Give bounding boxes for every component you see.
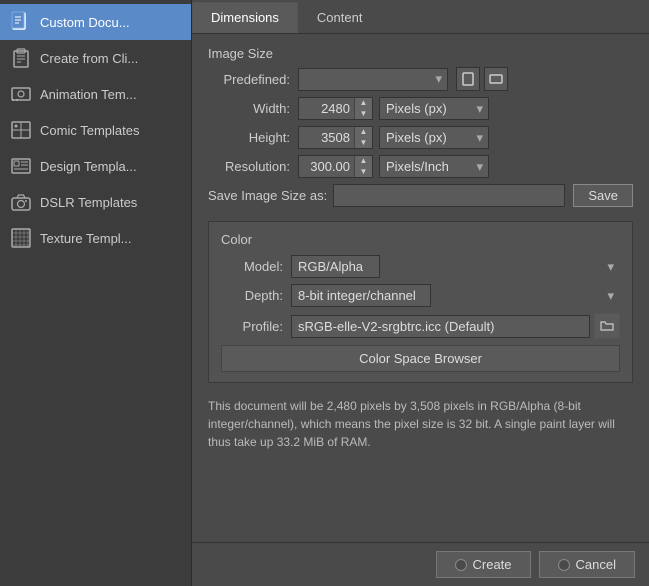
resolution-increment-btn[interactable]: ▲ [354, 156, 372, 167]
model-label: Model: [221, 259, 291, 274]
height-label: Height: [208, 130, 298, 145]
create-radio-indicator [455, 559, 467, 571]
texture-icon [10, 227, 32, 249]
width-unit-wrapper: Pixels (px) Millimeters (mm) Centimeters… [379, 97, 489, 120]
color-section: Color Model: RGB/Alpha CMYK/Alpha Graysc… [208, 221, 633, 383]
tabs: Dimensions Content [192, 0, 649, 34]
width-row: Width: ▲ ▼ Pixels (px) Millimeters (mm) … [208, 97, 633, 120]
sidebar: Custom Docu... Create from Cli... Animat… [0, 0, 192, 586]
cancel-button[interactable]: Cancel [539, 551, 635, 578]
sidebar-item-label-custom-doc: Custom Docu... [40, 15, 130, 30]
sidebar-item-comic-templates[interactable]: Comic Templates [0, 112, 191, 148]
height-decrement-btn[interactable]: ▼ [354, 138, 372, 149]
portrait-orientation-btn[interactable] [456, 67, 480, 91]
width-label: Width: [208, 101, 298, 116]
image-size-section: Image Size Predefined: [208, 46, 633, 211]
tab-dimensions[interactable]: Dimensions [192, 2, 298, 33]
depth-row: Depth: 8-bit integer/channel 16-bit inte… [221, 284, 620, 307]
document-icon [10, 11, 32, 33]
height-spinners: ▲ ▼ [354, 127, 372, 148]
save-button[interactable]: Save [573, 184, 633, 207]
create-button[interactable]: Create [436, 551, 531, 578]
color-section-title: Color [221, 232, 620, 247]
save-image-size-input[interactable] [333, 184, 565, 207]
depth-select-wrapper: 8-bit integer/channel 16-bit integer/cha… [291, 284, 620, 307]
clipboard-icon [10, 47, 32, 69]
width-increment-btn[interactable]: ▲ [354, 98, 372, 109]
save-image-size-row: Save Image Size as: Save [208, 184, 633, 207]
image-size-title: Image Size [208, 46, 633, 61]
height-unit-wrapper: Pixels (px) Millimeters (mm) Centimeters… [379, 126, 489, 149]
resolution-decrement-btn[interactable]: ▼ [354, 167, 372, 178]
height-increment-btn[interactable]: ▲ [354, 127, 372, 138]
resolution-unit-wrapper: Pixels/Inch Pixels/cm [379, 155, 489, 178]
model-select-wrapper: RGB/Alpha CMYK/Alpha Grayscale [291, 255, 620, 278]
resolution-label: Resolution: [208, 159, 298, 174]
sidebar-item-label-animation-tem: Animation Tem... [40, 87, 137, 102]
resolution-row: Resolution: ▲ ▼ Pixels/Inch Pixels/cm [208, 155, 633, 178]
sidebar-item-custom-doc[interactable]: Custom Docu... [0, 4, 191, 40]
sidebar-item-label-dslr-templates: DSLR Templates [40, 195, 137, 210]
depth-label: Depth: [221, 288, 291, 303]
height-row: Height: ▲ ▼ Pixels (px) Millimeters (mm)… [208, 126, 633, 149]
height-input-wrapper: ▲ ▼ [298, 126, 373, 149]
height-unit-select[interactable]: Pixels (px) Millimeters (mm) Centimeters… [379, 126, 489, 149]
sidebar-item-label-texture-templ: Texture Templ... [40, 231, 132, 246]
resolution-input-wrapper: ▲ ▼ [298, 155, 373, 178]
cancel-label: Cancel [576, 557, 616, 572]
camera-icon [10, 191, 32, 213]
predefined-row: Predefined: [208, 67, 633, 91]
depth-select[interactable]: 8-bit integer/channel 16-bit integer/cha… [291, 284, 431, 307]
sidebar-item-texture-templ[interactable]: Texture Templ... [0, 220, 191, 256]
width-unit-select[interactable]: Pixels (px) Millimeters (mm) Centimeters… [379, 97, 489, 120]
create-label: Create [473, 557, 512, 572]
resolution-spinners: ▲ ▼ [354, 156, 372, 177]
profile-input[interactable] [291, 315, 590, 338]
sidebar-item-design-templa[interactable]: Design Templa... [0, 148, 191, 184]
resolution-unit-select[interactable]: Pixels/Inch Pixels/cm [379, 155, 489, 178]
sidebar-item-label-create-from-cli: Create from Cli... [40, 51, 138, 66]
save-image-size-label: Save Image Size as: [208, 188, 327, 203]
model-row: Model: RGB/Alpha CMYK/Alpha Grayscale [221, 255, 620, 278]
profile-label: Profile: [221, 319, 291, 334]
sidebar-item-label-design-templa: Design Templa... [40, 159, 137, 174]
sidebar-item-create-from-cli[interactable]: Create from Cli... [0, 40, 191, 76]
cancel-radio-indicator [558, 559, 570, 571]
profile-row: Profile: [221, 313, 620, 339]
design-icon [10, 155, 32, 177]
sidebar-item-animation-tem[interactable]: Animation Tem... [0, 76, 191, 112]
width-input-wrapper: ▲ ▼ [298, 97, 373, 120]
width-decrement-btn[interactable]: ▼ [354, 109, 372, 120]
color-space-browser-button[interactable]: Color Space Browser [221, 345, 620, 372]
comic-icon [10, 119, 32, 141]
model-select[interactable]: RGB/Alpha CMYK/Alpha Grayscale [291, 255, 380, 278]
width-spinners: ▲ ▼ [354, 98, 372, 119]
main-panel: Dimensions Content Image Size Predefined… [192, 0, 649, 586]
animation-icon [10, 83, 32, 105]
footer: Create Cancel [192, 542, 649, 586]
predefined-select[interactable] [298, 68, 448, 91]
predefined-select-wrapper [298, 68, 448, 91]
profile-folder-btn[interactable] [594, 313, 620, 339]
description-text: This document will be 2,480 pixels by 3,… [208, 393, 633, 455]
tab-content[interactable]: Content [298, 2, 382, 33]
content-area: Image Size Predefined: [192, 34, 649, 542]
sidebar-item-label-comic-templates: Comic Templates [40, 123, 139, 138]
sidebar-item-dslr-templates[interactable]: DSLR Templates [0, 184, 191, 220]
predefined-label: Predefined: [208, 72, 298, 87]
landscape-orientation-btn[interactable] [484, 67, 508, 91]
